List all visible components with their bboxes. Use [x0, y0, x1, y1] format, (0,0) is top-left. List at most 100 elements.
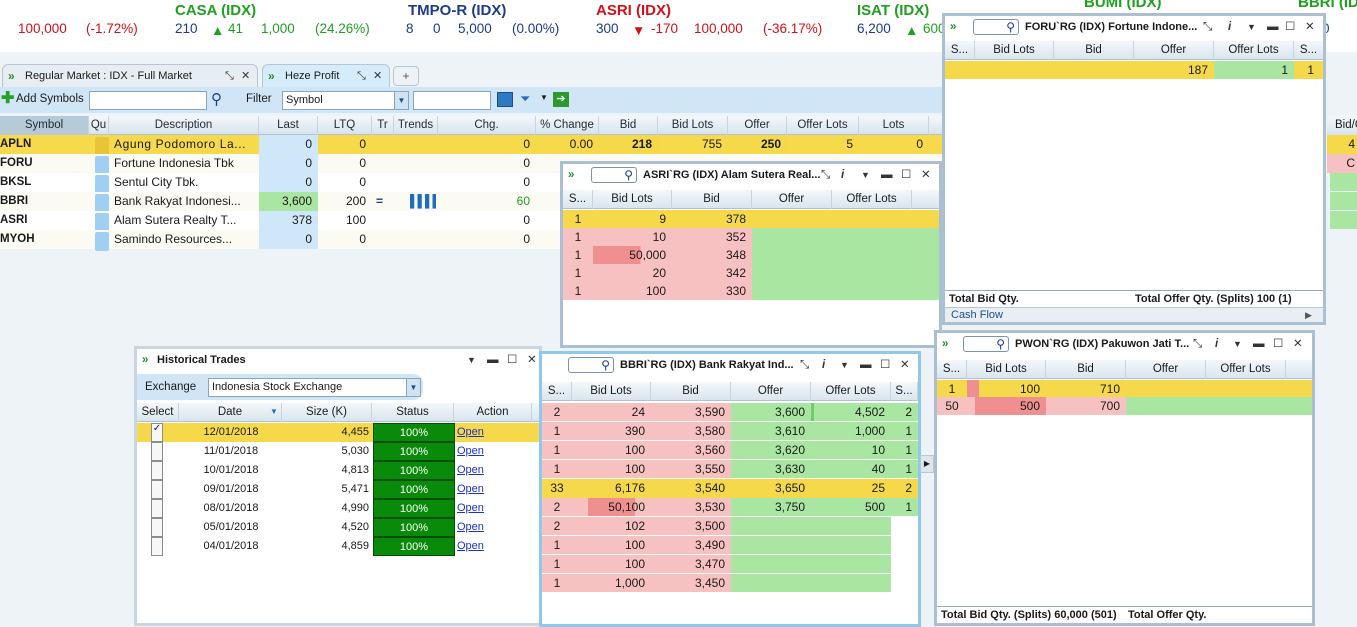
search-icon[interactable]: ⚲ — [211, 90, 222, 108]
tab-heze-profit[interactable]: » Heze Profit ⤡ ✕ — [262, 64, 390, 88]
col-pct-change[interactable]: % Change — [536, 116, 599, 135]
maximize-icon[interactable]: ☐ — [1273, 333, 1283, 355]
close-icon[interactable]: ✕ — [900, 354, 910, 376]
trade-row[interactable]: 08/01/2018 4,990 100% Open — [137, 499, 539, 518]
open-link[interactable]: Open — [457, 461, 484, 480]
col-ltq[interactable]: LTQ — [318, 116, 372, 135]
col-offer[interactable]: Offer — [731, 382, 811, 401]
grid-row[interactable]: APLN Agung Podomoro La... 0 0 0 0.00 218 755 250… — [0, 135, 945, 156]
info-icon[interactable]: i — [822, 354, 825, 376]
col-size[interactable]: Size (K) — [282, 403, 372, 422]
play-icon[interactable]: ▶ — [1305, 308, 1312, 322]
panel-search-input[interactable]: ⚲ — [568, 357, 614, 373]
col-splits[interactable]: S... — [945, 41, 975, 60]
sort-down-icon[interactable]: ▼ — [270, 407, 278, 416]
chevron-down-icon[interactable]: ▼ — [840, 354, 849, 376]
open-link[interactable]: Open — [457, 537, 484, 556]
close-icon[interactable]: ✕ — [921, 164, 931, 186]
col-symbol[interactable]: Symbol — [0, 116, 89, 135]
col-bid-lots[interactable]: Bid Lots — [975, 41, 1054, 60]
open-link[interactable]: Open — [457, 480, 484, 499]
trade-row[interactable]: ✓ 12/01/2018 4,455 100% Open — [137, 423, 539, 442]
trade-row[interactable]: 05/01/2018 4,520 100% Open — [137, 518, 539, 537]
info-icon[interactable]: i — [1215, 333, 1218, 355]
col-chg[interactable]: Chg. — [438, 116, 536, 135]
col-splits[interactable]: S... — [542, 382, 572, 401]
depth-row[interactable]: 1 100 710 — [937, 380, 1312, 398]
col-bid-lots[interactable]: Bid Lots — [572, 382, 651, 401]
depth-row[interactable]: 1 100 3,560 3,620 10 1 — [542, 441, 918, 460]
panel-search-input[interactable]: ⚲ — [591, 167, 637, 183]
col-bid[interactable]: Bid — [672, 190, 752, 209]
minimize-icon[interactable]: ▬ — [1253, 333, 1265, 355]
trade-row[interactable]: 11/01/2018 5,030 100% Open — [137, 442, 539, 461]
open-link[interactable]: Open — [457, 423, 484, 442]
detach-icon[interactable]: ⤡ — [821, 164, 830, 186]
col-offer-lots[interactable]: Offer Lots — [811, 382, 891, 401]
close-icon[interactable]: ✕ — [527, 349, 537, 371]
select-checkbox[interactable] — [151, 518, 163, 537]
depth-row[interactable]: 2 50,100 3,530 3,750 500 1 — [542, 498, 918, 517]
col-bid[interactable]: Bid — [599, 116, 658, 135]
detach-icon[interactable]: ⤡ — [800, 354, 809, 376]
maximize-icon[interactable]: ☐ — [507, 349, 517, 371]
panel-search-input[interactable]: ⚲ — [973, 19, 1019, 35]
panel-search-input[interactable]: ⚲ — [963, 336, 1009, 352]
trade-row[interactable]: 10/01/2018 4,813 100% Open — [137, 461, 539, 480]
col-bid-offer[interactable]: Bid/O — [1327, 116, 1357, 135]
depth-row[interactable]: 1 390 3,580 3,610 1,000 1 — [542, 422, 918, 441]
col-offer[interactable]: Offer — [1126, 360, 1206, 379]
minimize-icon[interactable]: ▬ — [487, 349, 499, 371]
col-quote[interactable]: Qu — [89, 116, 109, 135]
col-offer-lots[interactable]: Offer Lots — [1206, 360, 1286, 379]
filter-select[interactable]: Symbol ▼ — [282, 91, 409, 110]
col-splits[interactable]: S... — [1294, 41, 1323, 60]
col-select[interactable]: Select — [137, 403, 179, 422]
col-offer[interactable]: Offer — [1134, 41, 1214, 60]
columns-icon[interactable] — [497, 92, 513, 107]
close-icon[interactable]: ✕ — [373, 65, 382, 87]
minimize-icon[interactable]: ▬ — [1267, 16, 1279, 38]
col-bid-lots[interactable]: Bid Lots — [967, 360, 1046, 379]
export-icon[interactable]: ➔ — [553, 92, 569, 107]
close-icon[interactable]: ✕ — [1293, 333, 1303, 355]
depth-row[interactable]: 2 24 3,590 3,600 4,502 2 — [542, 403, 918, 422]
depth-row[interactable]: 1 10 352 — [563, 228, 939, 246]
add-icon[interactable]: ✚ — [1, 91, 14, 107]
depth-row[interactable]: 50 500 700 — [937, 397, 1312, 415]
double-chevron-icon[interactable]: » — [568, 164, 574, 186]
col-bid[interactable]: Bid — [651, 382, 731, 401]
depth-row[interactable]: 1 100 3,470 — [542, 555, 918, 574]
quote-icon[interactable] — [95, 232, 109, 251]
select-checkbox[interactable] — [151, 442, 163, 461]
exchange-select[interactable]: Indonesia Stock Exchange ▼ — [208, 378, 421, 397]
chevron-down-icon[interactable]: ▼ — [1247, 16, 1256, 38]
close-icon[interactable]: ✕ — [241, 65, 250, 87]
chevron-down-icon[interactable]: ▼ — [540, 93, 548, 102]
scroll-right-arrow[interactable]: ▶ — [920, 455, 934, 473]
maximize-icon[interactable]: ☐ — [1285, 16, 1295, 38]
select-checkbox[interactable] — [151, 499, 163, 518]
depth-row[interactable]: 1 9 378 — [563, 210, 939, 228]
double-chevron-icon[interactable]: » — [942, 333, 948, 355]
double-chevron-icon[interactable]: » — [142, 349, 148, 371]
maximize-icon[interactable]: ☐ — [880, 354, 890, 376]
depth-row[interactable]: 1 100 330 — [563, 282, 939, 300]
col-status[interactable]: Status — [372, 403, 454, 422]
col-action[interactable]: Action — [454, 403, 532, 422]
chevron-down-icon[interactable]: ▼ — [467, 349, 476, 371]
cash-flow-bar[interactable]: Cash Flow ▶ — [945, 307, 1323, 322]
tab-regular-market[interactable]: » Regular Market : IDX - Full Market ⤡ ✕ — [2, 64, 258, 88]
depth-row[interactable]: 1 1,000 3,450 — [542, 574, 918, 593]
col-bid-lots[interactable]: Bid Lots — [593, 190, 672, 209]
open-link[interactable]: Open — [457, 442, 484, 461]
chevron-down-icon[interactable]: ▼ — [1233, 333, 1242, 355]
col-splits[interactable]: S... — [563, 190, 593, 209]
depth-row[interactable]: 1 100 3,550 3,630 40 1 — [542, 460, 918, 479]
col-bid[interactable]: Bid — [1054, 41, 1134, 60]
col-tr[interactable]: Tr — [372, 116, 394, 135]
select-checkbox[interactable] — [151, 537, 163, 556]
open-link[interactable]: Open — [457, 499, 484, 518]
col-bid-lots[interactable]: Bid Lots — [658, 116, 728, 135]
symbol-search-input[interactable] — [89, 91, 207, 110]
